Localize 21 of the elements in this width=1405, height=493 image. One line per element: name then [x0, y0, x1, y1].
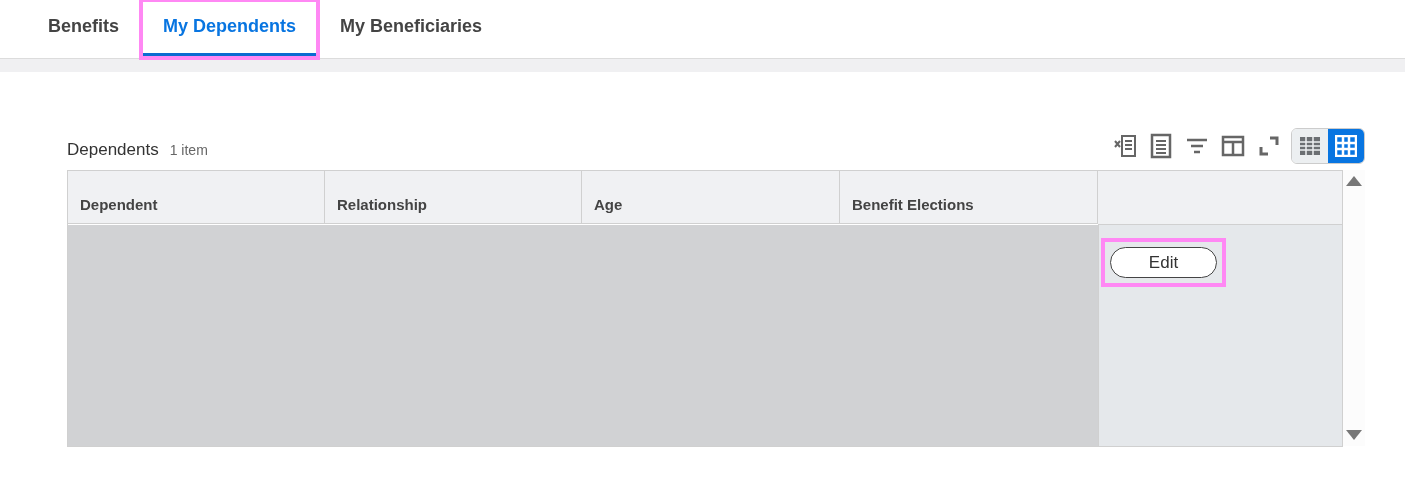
fullscreen-icon	[1258, 135, 1280, 157]
column-header[interactable]: Age	[582, 171, 840, 224]
table-view-icon	[1299, 136, 1321, 156]
table-view-button[interactable]	[1292, 129, 1328, 163]
document-icon	[1150, 133, 1172, 159]
scroll-down-icon[interactable]	[1346, 430, 1362, 440]
scroll-up-icon[interactable]	[1346, 176, 1362, 186]
column-header[interactable]: Dependent	[68, 171, 325, 224]
item-count: 1 item	[169, 142, 208, 158]
grid-title: Dependents	[67, 140, 159, 160]
column-header[interactable]: Benefit Elections	[840, 171, 1098, 224]
grid-view-icon	[1335, 135, 1357, 157]
filter-icon	[1185, 136, 1209, 156]
tab[interactable]: Benefits	[28, 0, 139, 58]
grid-view-button[interactable]	[1328, 129, 1364, 163]
tab[interactable]: My Beneficiaries	[320, 0, 503, 58]
spreadsheet-export-icon	[1113, 134, 1137, 158]
column-header[interactable]: Relationship	[325, 171, 582, 224]
excel-button[interactable]	[1111, 132, 1139, 160]
columns-icon	[1221, 135, 1245, 157]
edit-button[interactable]: Edit	[1110, 247, 1217, 278]
